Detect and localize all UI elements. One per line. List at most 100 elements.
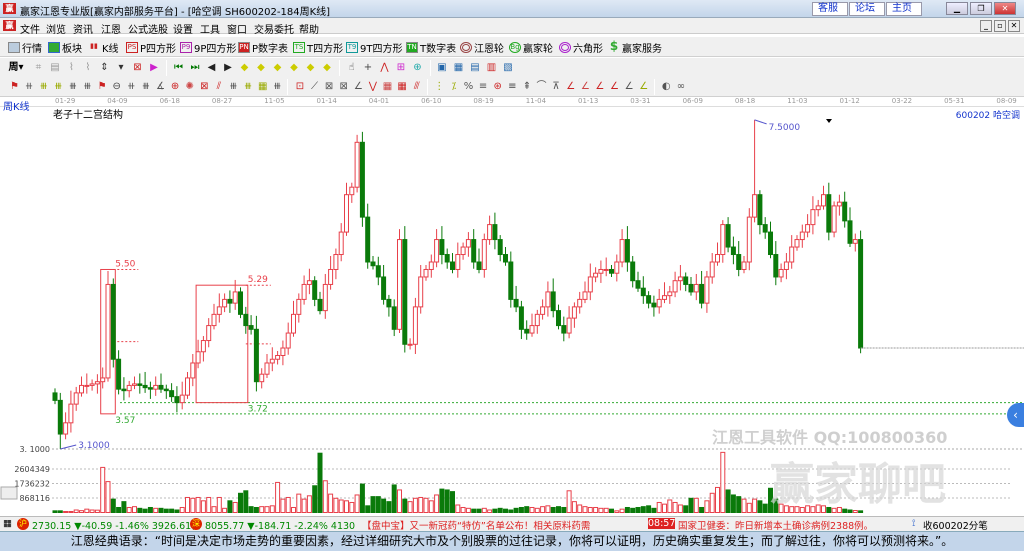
- tool-button-36[interactable]: ⇞: [520, 80, 533, 93]
- tool-button-44[interactable]: ∠: [637, 80, 650, 93]
- menu-news[interactable]: 资讯: [73, 21, 93, 36]
- tool-button-17[interactable]: ◆: [304, 61, 317, 74]
- toolbar-winner-wheel[interactable]: Bg 赢家轮: [509, 40, 553, 55]
- tool-button-30[interactable]: ▧: [502, 61, 515, 74]
- tool-button-40[interactable]: ∠: [579, 80, 592, 93]
- sh-index[interactable]: 2730.15 ▼-40.59 -1.46% 3926.61亿: [32, 518, 201, 532]
- tool-button-1[interactable]: ⧺: [23, 80, 36, 93]
- tool-button-26[interactable]: ▦: [381, 80, 394, 93]
- tool-button-16[interactable]: ⧻: [242, 80, 255, 93]
- tool-button-3[interactable]: ⧻: [52, 80, 65, 93]
- minimize-button[interactable]: ▁: [946, 2, 968, 15]
- tool-button-34[interactable]: ⊛: [491, 80, 504, 93]
- tool-button-5[interactable]: ⧻: [81, 80, 94, 93]
- toolbar-winner-service[interactable]: $ 赢家服务: [608, 40, 662, 55]
- tool-button-24[interactable]: ⊕: [411, 61, 424, 74]
- tool-button-28[interactable]: ⫻: [410, 80, 423, 93]
- sz-index[interactable]: 8055.77 ▼-184.71 -2.24% 4130.26亿: [205, 518, 355, 532]
- close-button[interactable]: ✕: [994, 2, 1016, 15]
- tool-button-33[interactable]: ≡: [477, 80, 490, 93]
- customer-service-link[interactable]: 客服: [812, 2, 848, 16]
- collapse-panel-button[interactable]: ‹: [1007, 403, 1024, 427]
- tool-button-6[interactable]: ⚑: [96, 80, 109, 93]
- tool-button-27[interactable]: ▦: [452, 61, 465, 74]
- tool-button-46[interactable]: ◐: [660, 80, 673, 93]
- tool-button-2[interactable]: ⌇: [65, 61, 78, 74]
- menu-gann[interactable]: 江恩: [101, 21, 121, 36]
- toolbar-sectors[interactable]: 板块: [48, 40, 82, 55]
- tool-button-1[interactable]: ▤: [49, 61, 62, 74]
- menu-tools[interactable]: 工具: [200, 21, 220, 36]
- tool-button-18[interactable]: ◆: [321, 61, 334, 74]
- restore-button[interactable]: ❐: [970, 2, 992, 15]
- forum-link[interactable]: 论坛: [849, 2, 885, 16]
- tool-button-17[interactable]: ▦: [256, 80, 269, 93]
- tool-button-11[interactable]: ⊕: [169, 80, 182, 93]
- mdi-restore-button[interactable]: ▫: [994, 20, 1006, 32]
- tool-button-47[interactable]: ∞: [674, 80, 687, 93]
- menu-formula[interactable]: 公式选股: [128, 21, 168, 36]
- toolbar-hexagon[interactable]: 六角形: [559, 40, 603, 55]
- toolbar-quotes[interactable]: 行情: [8, 40, 42, 55]
- tool-button-38[interactable]: ⊼: [550, 80, 563, 93]
- tool-button-0[interactable]: ⚑: [8, 80, 21, 93]
- tool-button-13[interactable]: ⊠: [198, 80, 211, 93]
- menu-browse[interactable]: 浏览: [46, 21, 66, 36]
- tool-button-14[interactable]: ⫽: [212, 80, 225, 93]
- menu-settings[interactable]: 设置: [173, 21, 193, 36]
- tool-button-15[interactable]: ◆: [271, 61, 284, 74]
- tool-button-10[interactable]: ⏭: [189, 61, 202, 74]
- tool-button-30[interactable]: ⋮: [433, 80, 446, 93]
- tool-button-26[interactable]: ▣: [436, 61, 449, 74]
- tool-button-28[interactable]: ▤: [469, 61, 482, 74]
- tool-button-27[interactable]: ▦: [396, 80, 409, 93]
- tool-button-23[interactable]: ⊞: [395, 61, 408, 74]
- tool-button-0[interactable]: ⌗: [32, 61, 45, 74]
- tool-button-4[interactable]: ⇕: [98, 61, 111, 74]
- menu-help[interactable]: 帮助: [299, 21, 319, 36]
- tool-button-4[interactable]: ⧻: [66, 80, 79, 93]
- tool-button-11[interactable]: ◀: [205, 61, 218, 74]
- tool-button-41[interactable]: ∠: [593, 80, 606, 93]
- menu-trade[interactable]: 交易委托: [254, 21, 294, 36]
- tool-button-18[interactable]: ⧻: [271, 80, 284, 93]
- tool-button-2[interactable]: ⧻: [37, 80, 50, 93]
- tool-button-37[interactable]: ⌒: [535, 80, 548, 93]
- tool-button-31[interactable]: ⁒: [447, 80, 460, 93]
- tool-button-29[interactable]: ▥: [485, 61, 498, 74]
- tool-button-42[interactable]: ∠: [608, 80, 621, 93]
- tool-button-9[interactable]: ⏮: [172, 61, 185, 74]
- tool-button-22[interactable]: ⊠: [323, 80, 336, 93]
- toolbar-9p-square[interactable]: P9 9P四方形: [180, 40, 236, 55]
- tool-button-13[interactable]: ◆: [238, 61, 251, 74]
- toolbar-t-square[interactable]: TS T四方形: [293, 40, 343, 55]
- toolbar-9t-square[interactable]: T9 9T四方形: [346, 40, 402, 55]
- menu-window[interactable]: 窗口: [227, 21, 247, 36]
- tool-button-10[interactable]: ∡: [154, 80, 167, 93]
- tool-button-32[interactable]: %: [462, 80, 475, 93]
- tool-button-22[interactable]: ⋀: [378, 61, 391, 74]
- tool-button-21[interactable]: +: [362, 61, 375, 74]
- tool-button-24[interactable]: ∠: [352, 80, 365, 93]
- toolbar-p-square[interactable]: PS P四方形: [126, 40, 176, 55]
- tool-button-16[interactable]: ◆: [288, 61, 301, 74]
- tool-button-14[interactable]: ◆: [255, 61, 268, 74]
- tick-detail-link[interactable]: 收600202分笔: [923, 518, 988, 532]
- tool-button-6[interactable]: ⊠: [131, 61, 144, 74]
- tool-button-7[interactable]: ▶: [148, 61, 161, 74]
- tool-button-3[interactable]: ⌇: [82, 61, 95, 74]
- toolbar-kline[interactable]: ▮▮ K线: [88, 40, 118, 55]
- tool-button-9[interactable]: ⧻: [139, 80, 152, 93]
- tool-button-8[interactable]: ⧺: [125, 80, 138, 93]
- tool-button-20[interactable]: ☝: [345, 61, 358, 74]
- tool-button-43[interactable]: ∠: [623, 80, 636, 93]
- mdi-minimize-button[interactable]: _: [980, 20, 992, 32]
- toolbar-t-table[interactable]: TN T数字表: [406, 40, 456, 55]
- tool-button-25[interactable]: ⋁: [366, 80, 379, 93]
- toolbar-p-table[interactable]: PN P数字表: [238, 40, 288, 55]
- tool-button-7[interactable]: ⊖: [110, 80, 123, 93]
- calculator-icon[interactable]: ▦: [3, 518, 12, 529]
- tool-button-39[interactable]: ∠: [564, 80, 577, 93]
- mdi-close-button[interactable]: ✕: [1008, 20, 1020, 32]
- tool-button-12[interactable]: ▶: [222, 61, 235, 74]
